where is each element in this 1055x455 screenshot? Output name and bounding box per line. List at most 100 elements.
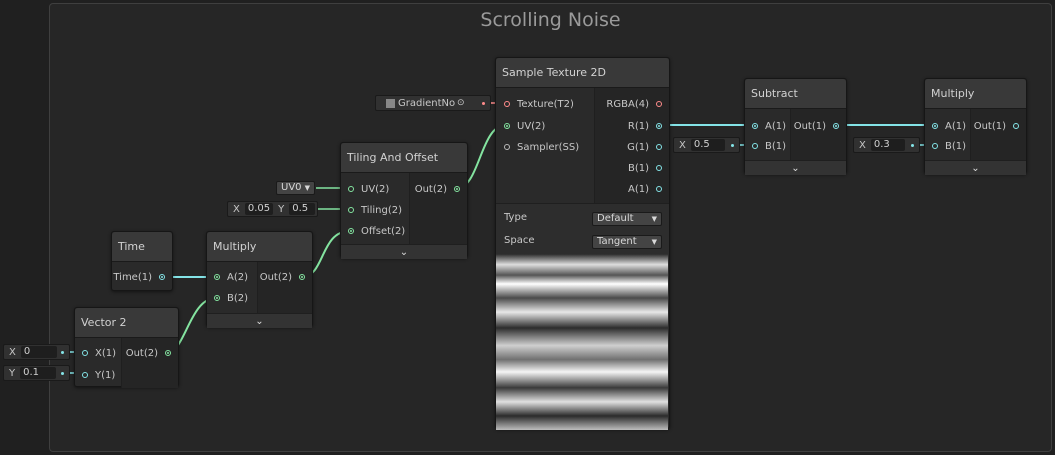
space-dropdown[interactable]: Tangent ▼: [592, 235, 662, 249]
vector2-node[interactable]: Vector 2 X(1) Y(1) Out(2): [74, 307, 179, 388]
texture-value: GradientNois: [398, 97, 455, 109]
vector2-y-port[interactable]: [82, 372, 88, 378]
texture-asset-field[interactable]: GradientNois ⊙: [375, 95, 491, 111]
time-out-label: Time(1): [113, 272, 152, 283]
multiply-2-b-field-box[interactable]: X 0.3: [853, 137, 920, 153]
time-title[interactable]: Time: [112, 232, 172, 262]
texture-icon: [386, 98, 395, 108]
tiling-x-label: X: [233, 203, 240, 215]
tiling-offset-port[interactable]: [348, 228, 354, 234]
vector2-y-label: Y(1): [95, 370, 116, 381]
vector2-x-port[interactable]: [82, 350, 88, 356]
chevron-down-icon: ⌄: [971, 162, 980, 174]
texture-input-label: Texture(T2): [517, 99, 574, 110]
multiply-2-expand[interactable]: ⌄: [925, 160, 1026, 175]
multiply-2-b-port[interactable]: [932, 143, 938, 149]
tiling-uv-port[interactable]: [348, 186, 354, 192]
type-label: Type: [504, 212, 527, 223]
subtract-expand[interactable]: ⌄: [745, 160, 846, 175]
time-out-port[interactable]: [159, 274, 165, 280]
uv-input-label: UV(2): [517, 121, 546, 132]
vec-x-field[interactable]: 0: [20, 346, 57, 358]
multiply-2-b-label: B(1): [945, 141, 967, 152]
time-node[interactable]: Time Time(1): [111, 231, 173, 291]
vector2-x-field-box[interactable]: X 0: [3, 344, 70, 360]
g-output-port[interactable]: [656, 144, 662, 150]
tiling-out-label: Out(2): [414, 184, 447, 195]
multiply-1-a-label: A(2): [227, 272, 249, 283]
sample-texture-title[interactable]: Sample Texture 2D: [496, 58, 669, 88]
multiply-2-b-connector-dot: [911, 144, 914, 147]
vec-x-connector-dot: [61, 351, 64, 354]
group-title[interactable]: Scrolling Noise: [50, 9, 1051, 31]
vec-y-connector-dot: [61, 372, 64, 375]
multiply-1-expand[interactable]: ⌄: [207, 313, 312, 328]
subtract-b-port[interactable]: [752, 143, 758, 149]
tiling-offset-title[interactable]: Tiling And Offset: [341, 143, 467, 173]
multiply-node-1[interactable]: Multiply A(2) B(2) Out(2) ⌄: [206, 231, 313, 328]
multiply-1-a-port[interactable]: [214, 274, 220, 280]
tiling-expand[interactable]: ⌄: [341, 244, 467, 259]
space-label: Space: [504, 235, 535, 246]
chevron-down-icon: ⌄: [399, 246, 409, 258]
multiply-2-title[interactable]: Multiply: [925, 79, 1026, 109]
dropdown-arrow-icon: ▼: [304, 184, 310, 192]
multiply-2-b-field[interactable]: 0.3: [870, 139, 905, 151]
multiply-1-out-label: Out(2): [259, 272, 292, 283]
type-dropdown[interactable]: Default ▼: [592, 212, 662, 226]
vector2-out-label: Out(2): [125, 348, 158, 359]
rgba-output-port[interactable]: [656, 101, 662, 107]
tiling-out-port[interactable]: [454, 186, 460, 192]
a-output-port[interactable]: [656, 186, 662, 192]
tiling-y-field[interactable]: 0.5: [289, 203, 316, 215]
chevron-down-icon: ⌄: [255, 315, 264, 327]
subtract-title[interactable]: Subtract: [745, 79, 846, 109]
tiling-tiling-label: Tiling(2): [361, 205, 402, 216]
dropdown-arrow-icon: ▼: [651, 238, 657, 246]
multiply-2-out-port[interactable]: [1013, 123, 1019, 129]
subtract-a-label: A(1): [765, 121, 787, 132]
multiply-1-title[interactable]: Multiply: [207, 232, 312, 262]
space-value: Tangent: [597, 236, 637, 247]
vec-y-label: Y: [9, 367, 16, 379]
sample-texture-node[interactable]: Sample Texture 2D Texture(T2) UV(2) Samp…: [495, 57, 670, 430]
r-output-label: R(1): [627, 121, 649, 132]
tiling-uv-label: UV(2): [361, 184, 390, 195]
subtract-b-field-box[interactable]: X 0.5: [673, 137, 740, 153]
tiling-tiling-port[interactable]: [348, 207, 354, 213]
type-value: Default: [597, 213, 634, 224]
tiling-offset-node[interactable]: Tiling And Offset UV(2) Tiling(2) Offset…: [340, 142, 468, 259]
tiling-y-label: Y: [278, 203, 285, 215]
tiling-x-field[interactable]: 0.05: [244, 203, 274, 215]
b-output-port[interactable]: [656, 165, 662, 171]
r-output-port[interactable]: [656, 123, 662, 129]
vec-y-field[interactable]: 0.1: [20, 367, 57, 379]
subtract-a-port[interactable]: [752, 123, 758, 129]
g-output-label: G(1): [627, 142, 649, 153]
texture-input-port[interactable]: [504, 101, 510, 107]
target-icon[interactable]: ⊙: [457, 98, 465, 108]
vector2-title[interactable]: Vector 2: [75, 308, 178, 338]
multiply-node-2[interactable]: Multiply A(1) B(1) Out(1) ⌄: [924, 78, 1027, 175]
multiply-2-a-port[interactable]: [932, 123, 938, 129]
uv-channel-dropdown[interactable]: UV0 ▼: [276, 181, 315, 195]
multiply-1-out-port[interactable]: [299, 274, 305, 280]
vector2-out-port[interactable]: [165, 350, 171, 356]
sampler-input-label: Sampler(SS): [517, 142, 580, 153]
multiply-1-b-port[interactable]: [214, 295, 220, 301]
multiply-1-b-label: B(2): [227, 293, 249, 304]
vector2-y-field-box[interactable]: Y 0.1: [3, 365, 70, 381]
sampler-input-port[interactable]: [504, 144, 510, 150]
rgba-output-label: RGBA(4): [606, 99, 649, 110]
subtract-out-port[interactable]: [833, 123, 839, 129]
tiling-offset-label: Offset(2): [361, 226, 406, 237]
tiling-vector-field[interactable]: X 0.05 Y 0.5: [227, 201, 318, 217]
texture-preview: [496, 254, 668, 430]
dropdown-arrow-icon: ▼: [651, 215, 657, 223]
vector2-x-label: X(1): [95, 348, 117, 359]
uv-input-port[interactable]: [504, 123, 510, 129]
texture-connector-dot: [482, 102, 485, 105]
subtract-b-field[interactable]: 0.5: [690, 139, 725, 151]
chevron-down-icon: ⌄: [791, 162, 800, 174]
subtract-node[interactable]: Subtract A(1) B(1) Out(1) ⌄: [744, 78, 847, 175]
